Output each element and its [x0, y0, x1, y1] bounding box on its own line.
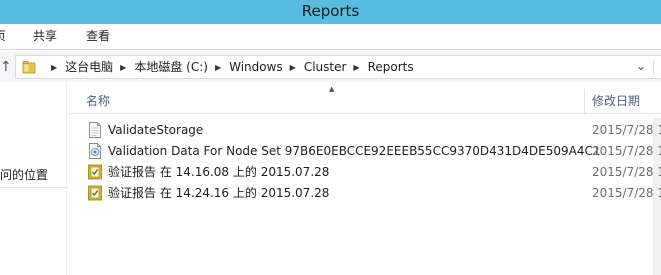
breadcrumb-local-disk[interactable]: 本地磁盘 (C:) [134, 56, 208, 78]
column-divider[interactable] [584, 89, 585, 114]
nav-item-recent-places[interactable]: 问的位置 [0, 166, 48, 183]
chevron-right-icon[interactable]: ▶ [353, 57, 359, 79]
report-file-icon [88, 164, 102, 180]
window-title: Reports [301, 2, 360, 20]
data-file-icon [89, 143, 101, 159]
breadcrumb-this-pc[interactable]: 这台电脑 [65, 56, 113, 78]
address-divider [653, 59, 654, 75]
file-row[interactable]: 验证报告 在 14.16.08 上的 2015.07.28 2015/7/28 … [68, 162, 661, 182]
up-arrow-icon[interactable]: ↑ [0, 58, 14, 76]
nav-divider [0, 187, 66, 188]
chevron-right-icon[interactable]: ▶ [290, 57, 296, 79]
file-date: 2015/7/28 1 [592, 123, 661, 137]
file-date: 2015/7/28 1 [592, 186, 661, 200]
file-name: ValidateStorage [108, 123, 204, 137]
breadcrumb-cluster[interactable]: Cluster [304, 56, 347, 78]
column-header-date[interactable]: 修改日期 [592, 89, 640, 113]
breadcrumb-windows[interactable]: Windows [229, 56, 283, 78]
address-bar[interactable]: ▶ 这台电脑 ▶ 本地磁盘 (C:) ▶ Windows ▶ Cluster ▶ Reports … [15, 55, 661, 79]
file-row[interactable]: ValidateStorage 2015/7/28 1 [68, 120, 661, 140]
file-name: 验证报告 在 14.16.08 上的 2015.07.28 [108, 165, 330, 179]
chevron-right-icon[interactable]: ▶ [215, 57, 221, 79]
chevron-right-icon[interactable]: ▶ [120, 57, 126, 79]
folder-icon [22, 61, 36, 74]
address-dropdown-button[interactable]: ⌄ [631, 57, 651, 77]
chevron-right-icon[interactable]: ▶ [51, 57, 57, 79]
report-file-icon [88, 185, 102, 201]
file-date: 2015/7/28 1 [592, 165, 661, 179]
breadcrumb: ▶ 这台电脑 ▶ 本地磁盘 (C:) ▶ Windows ▶ Cluster ▶ Reports [44, 56, 414, 78]
navigation-pane: 问的位置 [0, 82, 67, 275]
tab-view[interactable]: 查看 [86, 24, 110, 50]
file-row[interactable]: Validation Data For Node Set 97B6E0EBCCE… [68, 141, 661, 161]
breadcrumb-reports[interactable]: Reports [368, 56, 414, 78]
column-header-name[interactable]: 名称 [86, 89, 110, 113]
address-bar-row: ↑ ▶ 这台电脑 ▶ 本地磁盘 (C:) ▶ Windows ▶ Cluster ▶ Report… [0, 52, 661, 82]
file-name: 验证报告 在 14.24.16 上的 2015.07.28 [108, 186, 330, 200]
title-bar: Reports [0, 0, 661, 24]
tab-share[interactable]: 共享 [33, 24, 57, 50]
file-name: Validation Data For Node Set 97B6E0EBCCE… [108, 144, 601, 158]
tab-page[interactable]: 页 [0, 24, 6, 50]
file-row[interactable]: 验证报告 在 14.24.16 上的 2015.07.28 2015/7/28 … [68, 183, 661, 203]
file-date: 2015/7/28 1 [592, 144, 661, 158]
ribbon-tabs: 页 共享 查看 [0, 24, 661, 50]
text-file-icon [89, 122, 101, 138]
column-header-row: 名称 修改日期 [68, 89, 661, 114]
file-list: ▲ 名称 修改日期 ValidateStorage 2015/7/28 1 Va… [68, 82, 661, 275]
